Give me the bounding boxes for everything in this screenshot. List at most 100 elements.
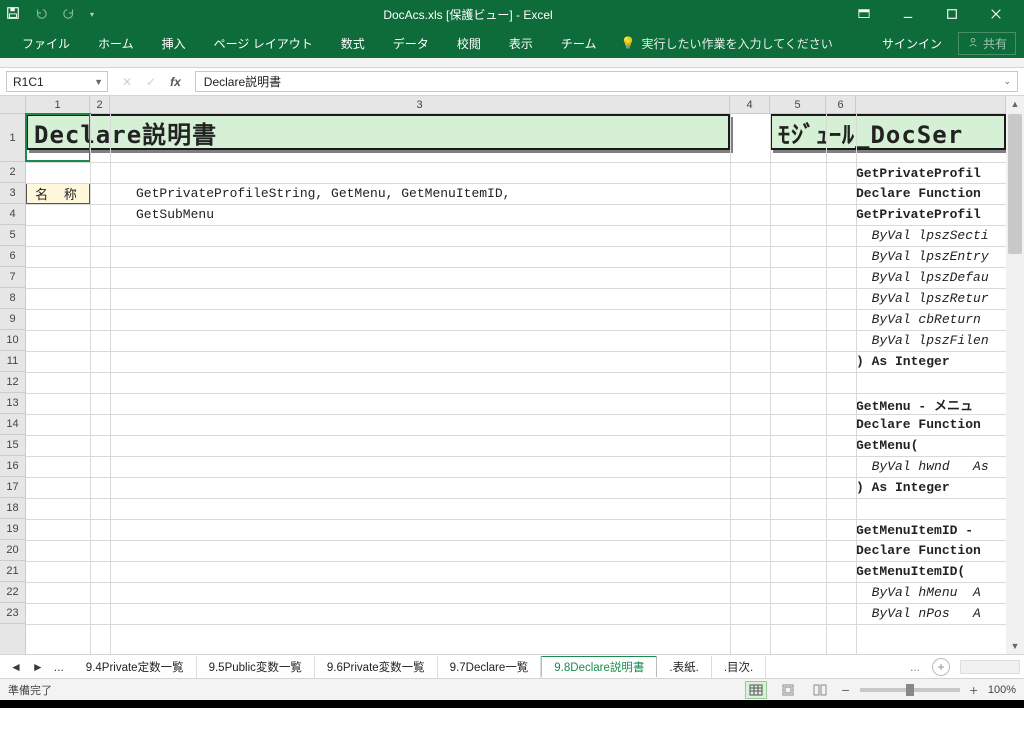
row-header[interactable]: 9: [0, 309, 25, 330]
sheet-nav-prev-icon[interactable]: ◄: [10, 660, 22, 674]
ribbon-display-icon[interactable]: [842, 0, 886, 28]
code-line[interactable]: ) As Integer: [856, 351, 1006, 372]
code-line[interactable]: ByVal lpszSecti: [856, 225, 1006, 246]
row-header[interactable]: 13: [0, 393, 25, 414]
enter-formula-icon[interactable]: ✓: [146, 75, 156, 89]
maximize-button[interactable]: [930, 0, 974, 28]
code-line[interactable]: ByVal cbReturn: [856, 309, 1006, 330]
row-header[interactable]: 3: [0, 183, 25, 204]
cells-area[interactable]: Declare説明書 ﾓｼﾞｭｰﾙ_DocSer 名 称 GetPrivateP…: [26, 114, 1006, 654]
row-header[interactable]: 7: [0, 267, 25, 288]
row-header[interactable]: 6: [0, 246, 25, 267]
zoom-in-button[interactable]: +: [970, 682, 978, 698]
sheet-nav-next-icon[interactable]: ►: [32, 660, 44, 674]
minimize-button[interactable]: [886, 0, 930, 28]
undo-icon[interactable]: [34, 6, 48, 23]
view-pagelayout-button[interactable]: [777, 681, 799, 699]
row-header[interactable]: 19: [0, 519, 25, 540]
code-line[interactable]: ByVal lpszRetur: [856, 288, 1006, 309]
tell-me-search[interactable]: 💡 実行したい作業を入力してください: [620, 35, 832, 52]
code-line[interactable]: GetPrivateProfil: [856, 162, 1006, 183]
cancel-formula-icon[interactable]: ✕: [122, 75, 132, 89]
document-title-cell[interactable]: Declare説明書: [26, 114, 730, 150]
sheet-overflow-icon[interactable]: ...: [904, 660, 926, 674]
sheet-nav-more-icon[interactable]: ...: [54, 660, 64, 674]
tab-insert[interactable]: 挿入: [148, 28, 200, 58]
sheet-tab[interactable]: 9.6Private変数一覧: [315, 656, 438, 678]
expand-formula-icon[interactable]: ⌄: [1003, 76, 1011, 87]
column-headers[interactable]: 123456: [26, 96, 1006, 114]
close-button[interactable]: [974, 0, 1018, 28]
row-header[interactable]: 17: [0, 477, 25, 498]
row-header[interactable]: 20: [0, 540, 25, 561]
fx-icon[interactable]: fx: [170, 75, 181, 89]
sheet-tab[interactable]: .表紙.: [657, 656, 711, 678]
row-header[interactable]: 8: [0, 288, 25, 309]
code-line[interactable]: ByVal lpszEntry: [856, 246, 1006, 267]
scroll-up-icon[interactable]: ▲: [1006, 96, 1024, 112]
column-header[interactable]: 3: [110, 96, 730, 113]
tab-view[interactable]: 表示: [495, 28, 547, 58]
tab-file[interactable]: ファイル: [8, 28, 84, 58]
tab-team[interactable]: チーム: [547, 28, 611, 58]
code-line[interactable]: ByVal lpszFilen: [856, 330, 1006, 351]
code-line[interactable]: ByVal hwnd As: [856, 456, 1006, 477]
row-header[interactable]: 5: [0, 225, 25, 246]
column-header[interactable]: [856, 96, 1006, 113]
row-header[interactable]: 21: [0, 561, 25, 582]
code-line[interactable]: GetMenu(: [856, 435, 1006, 456]
tab-pagelayout[interactable]: ページ レイアウト: [200, 28, 327, 58]
chevron-down-icon[interactable]: ▼: [94, 77, 103, 87]
row-header[interactable]: 10: [0, 330, 25, 351]
column-header[interactable]: 1: [26, 96, 90, 113]
add-sheet-button[interactable]: +: [932, 658, 950, 676]
module-title-cell[interactable]: ﾓｼﾞｭｰﾙ_DocSer: [770, 114, 1006, 150]
code-line[interactable]: GetMenu - メニュ: [856, 393, 1006, 414]
code-line[interactable]: ByVal nPos A: [856, 603, 1006, 624]
row-header[interactable]: 15: [0, 435, 25, 456]
code-line[interactable]: GetMenuItemID -: [856, 519, 1006, 540]
view-pagebreak-button[interactable]: [809, 681, 831, 699]
code-line[interactable]: ) As Integer: [856, 477, 1006, 498]
code-line[interactable]: ByVal lpszDefau: [856, 267, 1006, 288]
sheet-tab[interactable]: 9.5Public変数一覧: [197, 656, 315, 678]
view-normal-button[interactable]: [745, 681, 767, 699]
share-button[interactable]: 共有: [958, 32, 1016, 55]
zoom-level[interactable]: 100%: [988, 684, 1016, 696]
row-headers[interactable]: 1234567891011121314151617181920212223: [0, 114, 26, 654]
column-header[interactable]: 2: [90, 96, 110, 113]
column-header[interactable]: 4: [730, 96, 770, 113]
redo-icon[interactable]: [62, 6, 76, 23]
qat-dropdown-icon[interactable]: ▾: [90, 10, 94, 19]
tab-review[interactable]: 校閲: [443, 28, 495, 58]
code-line[interactable]: GetPrivateProfil: [856, 204, 1006, 225]
row-header[interactable]: 1: [0, 114, 25, 162]
cell-r3c3[interactable]: GetPrivateProfileString, GetMenu, GetMen…: [136, 183, 730, 204]
sheet-tab[interactable]: 9.4Private定数一覧: [74, 656, 197, 678]
code-line[interactable]: Declare Function: [856, 540, 1006, 561]
tab-home[interactable]: ホーム: [84, 28, 148, 58]
formula-input[interactable]: Declare説明書 ⌄: [195, 71, 1018, 92]
select-all-corner[interactable]: [0, 96, 26, 114]
spreadsheet-grid[interactable]: 123456 123456789101112131415161718192021…: [0, 96, 1024, 654]
code-line[interactable]: ByVal hMenu A: [856, 582, 1006, 603]
row-header[interactable]: 2: [0, 162, 25, 183]
zoom-out-button[interactable]: −: [841, 682, 849, 698]
cell-r4c3[interactable]: GetSubMenu: [136, 204, 730, 225]
row-header[interactable]: 16: [0, 456, 25, 477]
sheet-tab[interactable]: 9.7Declare一覧: [438, 656, 542, 678]
name-label-cell[interactable]: 名 称: [26, 183, 90, 204]
row-header[interactable]: 4: [0, 204, 25, 225]
column-header[interactable]: 5: [770, 96, 826, 113]
save-icon[interactable]: [6, 6, 20, 23]
row-header[interactable]: 23: [0, 603, 25, 624]
sheet-tab[interactable]: .目次.: [712, 656, 766, 678]
code-line[interactable]: [856, 498, 1006, 519]
name-box[interactable]: R1C1 ▼: [6, 71, 108, 92]
tab-formulas[interactable]: 数式: [327, 28, 379, 58]
signin-link[interactable]: サインイン: [882, 35, 942, 52]
scroll-down-icon[interactable]: ▼: [1006, 638, 1024, 654]
horizontal-scrollbar[interactable]: [960, 660, 1020, 674]
row-header[interactable]: 18: [0, 498, 25, 519]
scroll-thumb[interactable]: [1008, 114, 1022, 254]
